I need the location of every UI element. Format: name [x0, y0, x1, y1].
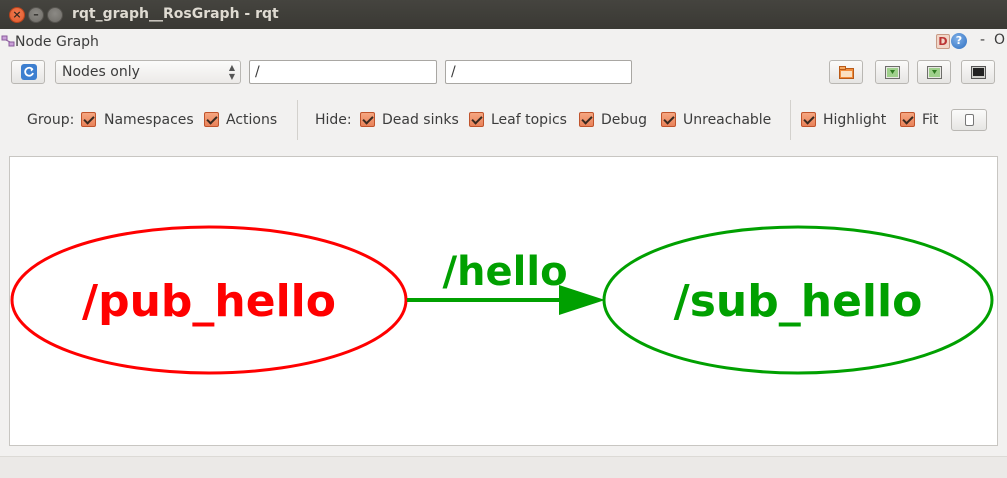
screenshot-button[interactable] [951, 109, 987, 131]
node-label-pub-hello[interactable]: /pub_hello [82, 276, 336, 327]
minimize-icon: – [33, 8, 39, 21]
window-minimize-button[interactable]: – [28, 7, 44, 23]
status-bar [0, 456, 1007, 478]
actions-checkbox[interactable] [204, 112, 219, 127]
graph-mode-select[interactable]: Nodes only ▲ ▼ [55, 60, 241, 84]
plugin-close-button[interactable]: O [994, 32, 1005, 48]
save-svg-icon [927, 66, 942, 79]
window-titlebar: × – rqt_graph__RosGraph - rqt [0, 0, 1007, 29]
window-maximize-button[interactable] [47, 7, 63, 23]
save-dot-button[interactable] [875, 60, 909, 84]
help-icon[interactable]: ? [951, 33, 967, 49]
refresh-icon [21, 64, 37, 80]
edge-label-hello[interactable]: /hello [442, 249, 567, 295]
dead-sinks-checkbox[interactable] [360, 112, 375, 127]
graph-mode-value: Nodes only [62, 64, 140, 80]
unreachable-checkbox[interactable] [661, 112, 676, 127]
leaf-topics-label[interactable]: Leaf topics [491, 112, 567, 128]
screenshot-icon [965, 114, 974, 126]
fit-label[interactable]: Fit [922, 112, 938, 128]
namespaces-label[interactable]: Namespaces [104, 112, 194, 128]
unreachable-label[interactable]: Unreachable [683, 112, 771, 128]
highlight-checkbox[interactable] [801, 112, 816, 127]
refresh-button[interactable] [11, 60, 45, 84]
separator [297, 100, 298, 140]
window-title: rqt_graph__RosGraph - rqt [72, 6, 279, 22]
load-dot-button[interactable] [829, 60, 863, 84]
save-svg-button[interactable] [917, 60, 951, 84]
leaf-topics-checkbox[interactable] [469, 112, 484, 127]
plugin-minimize-button[interactable]: - [980, 32, 985, 48]
node-label-sub-hello[interactable]: /sub_hello [674, 276, 923, 327]
dead-sinks-label[interactable]: Dead sinks [382, 112, 459, 128]
plugin-header: Node Graph D ? - O [0, 29, 1007, 55]
graph-canvas[interactable]: /pub_hello /hello /sub_hello [9, 156, 998, 446]
plugin-icon [1, 35, 15, 47]
node-filter-input[interactable]: / [249, 60, 437, 84]
topic-filter-input[interactable]: / [445, 60, 632, 84]
group-label: Group: [27, 112, 75, 128]
namespaces-checkbox[interactable] [81, 112, 96, 127]
plugin-title: Node Graph [15, 34, 99, 50]
graph-view: /pub_hello /hello /sub_hello [10, 225, 994, 375]
options-bar: Group: Namespaces Actions Hide: Dead sin… [0, 100, 1007, 140]
separator [790, 100, 791, 140]
open-folder-icon [839, 66, 854, 79]
chevron-updown-icon: ▲ ▼ [228, 63, 235, 81]
close-icon: × [12, 8, 22, 21]
save-image-icon [971, 66, 986, 79]
actions-label[interactable]: Actions [226, 112, 277, 128]
debug-checkbox[interactable] [579, 112, 594, 127]
fit-checkbox[interactable] [900, 112, 915, 127]
save-dot-icon [885, 66, 900, 79]
debug-toggle-button[interactable]: D [936, 34, 950, 49]
window-close-button[interactable]: × [9, 7, 25, 23]
hide-label: Hide: [315, 112, 352, 128]
save-image-button[interactable] [961, 60, 995, 84]
debug-label[interactable]: Debug [601, 112, 647, 128]
highlight-label[interactable]: Highlight [823, 112, 886, 128]
